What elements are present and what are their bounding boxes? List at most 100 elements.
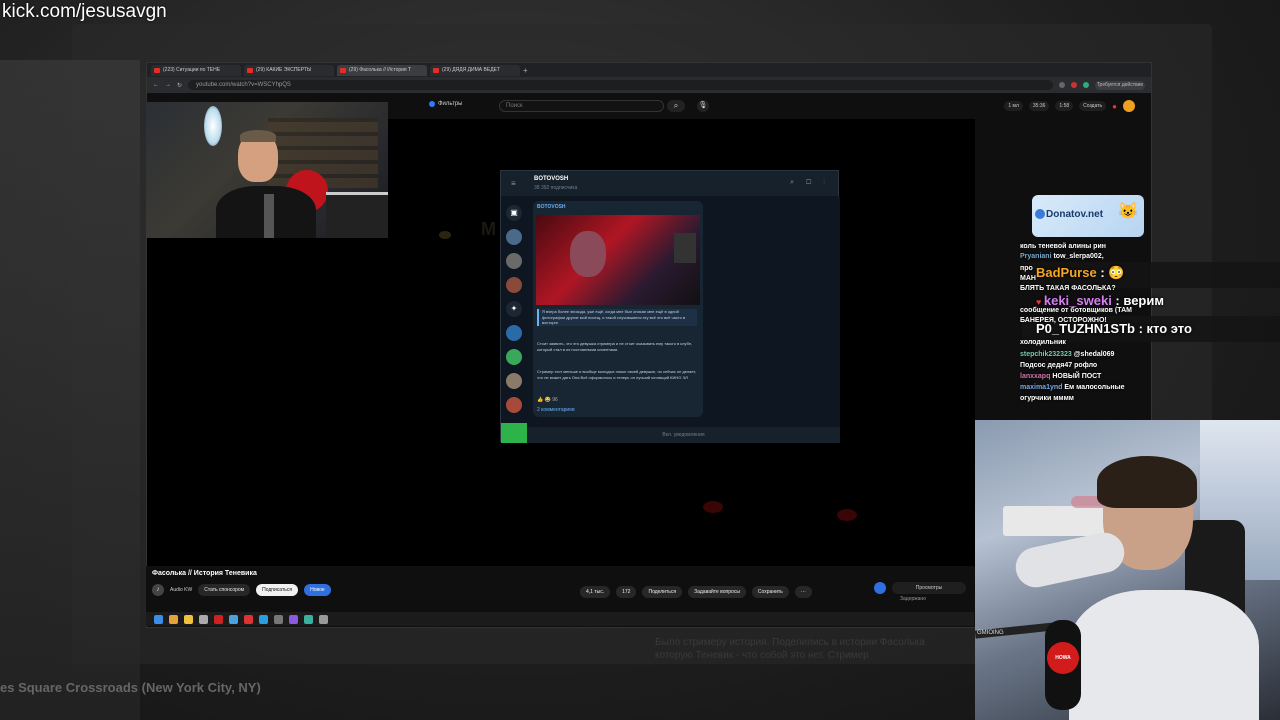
- blue-circle-icon[interactable]: [874, 582, 886, 594]
- chat-message: МАН: [1020, 275, 1036, 283]
- telegram-post: BOTOVOSH Я вчера более эпизода, уже ещё,…: [533, 201, 703, 417]
- chat-text: БЛЯТЬ ТАКАЯ ФАСОЛЬКА?: [1020, 285, 1116, 292]
- chat-text: НОВЫЙ ПОСТ: [1052, 373, 1102, 380]
- cam-person-hair: [240, 130, 276, 142]
- refresh-icon[interactable]: [199, 614, 208, 624]
- youtube-filter[interactable]: Фильтры: [429, 101, 462, 107]
- ask-button[interactable]: Задавайте вопросы: [688, 586, 746, 598]
- chat-avatar[interactable]: [506, 349, 522, 365]
- avatar[interactable]: [1123, 100, 1135, 112]
- archive-icon[interactable]: ▣: [506, 205, 522, 221]
- chat-text: коль теневой алины рин: [1020, 243, 1106, 250]
- app-icon[interactable]: [244, 614, 253, 624]
- settings-icon[interactable]: [274, 614, 283, 624]
- forward-icon[interactable]: →: [165, 82, 171, 88]
- channel-name[interactable]: Audio KW: [170, 587, 192, 593]
- folder-icon[interactable]: [184, 614, 193, 624]
- chrome-icon[interactable]: [169, 614, 178, 624]
- windows-icon[interactable]: [154, 614, 163, 624]
- cam-label: GMIOING: [977, 630, 1004, 636]
- browser-tab-active[interactable]: (29) Фасолька // История Т: [337, 64, 427, 76]
- telegram-header: ≡ BOTOVOSH 38 392 подписчика ⌕ ▢ ⋮: [501, 171, 838, 197]
- chat-text: холодильник: [1020, 339, 1066, 346]
- filter-icon: [429, 101, 435, 107]
- telegram-green-button[interactable]: [501, 423, 527, 443]
- extension-icon[interactable]: [1059, 82, 1065, 88]
- sponsor-button[interactable]: Стать спонсором: [198, 584, 251, 596]
- chat-user: BadPurse: [1036, 265, 1097, 280]
- header-stat: 35:36: [1028, 101, 1050, 111]
- chat-avatar[interactable]: [506, 229, 522, 245]
- background-description: Было стримеру история. Поделились в исто…: [655, 637, 925, 661]
- telegram-channel-name[interactable]: BOTOVOSH: [534, 176, 568, 182]
- donate-brand: Donatov.net: [1046, 209, 1104, 220]
- telegram-icon[interactable]: [259, 614, 268, 624]
- back-icon[interactable]: ←: [153, 82, 159, 88]
- bot-icon[interactable]: ✦: [506, 301, 522, 317]
- chat-avatar[interactable]: [506, 373, 522, 389]
- like-button[interactable]: 4,1 тыс.: [580, 586, 611, 598]
- app-icon[interactable]: [289, 614, 298, 624]
- cam-person-hair: [1097, 456, 1197, 508]
- tab-label: (29) ДЯДЯ ДИМА ВЕДЕТ: [442, 67, 500, 73]
- views-pill[interactable]: Просмотры: [892, 582, 966, 594]
- extension-icon[interactable]: [1071, 82, 1077, 88]
- post-image-face: [570, 231, 606, 277]
- extension-icon[interactable]: [1083, 82, 1089, 88]
- donate-banner: Donatov.net 😺: [1032, 195, 1144, 237]
- youtube-icon: [247, 67, 253, 73]
- post-comments[interactable]: 2 комментариев: [537, 407, 575, 413]
- cat-icon: 😺: [1118, 203, 1138, 220]
- notify-button[interactable]: Новое: [304, 584, 331, 596]
- save-button[interactable]: Сохранить: [751, 586, 789, 598]
- post-image[interactable]: [536, 215, 700, 305]
- app-icon[interactable]: [319, 614, 328, 624]
- browser-tab[interactable]: (29) КАКИЕ ЭКСПЕРТЫ: [244, 64, 334, 76]
- youtube-icon: [340, 67, 346, 73]
- video-actions: 4,1 тыс. 172 Поделиться Задавайте вопрос…: [580, 586, 812, 598]
- address-input[interactable]: youtube.com/watch?v=WSCYhpQS: [188, 80, 1053, 90]
- channel-avatar[interactable]: ♪: [152, 584, 164, 596]
- chat-user: P0_TUZHN1STb: [1036, 321, 1135, 336]
- search-icon[interactable]: ⌕: [667, 100, 685, 112]
- video-title: Фасолька // История Теневика: [152, 570, 257, 577]
- chat-text: @shedal069: [1073, 351, 1115, 358]
- mic-icon[interactable]: 🎙: [697, 100, 709, 112]
- subscribe-button[interactable]: Подписаться: [256, 584, 299, 596]
- menu-icon[interactable]: ≡: [511, 179, 516, 188]
- app-icon[interactable]: [304, 614, 313, 624]
- profile-button[interactable]: Требуется действие: [1095, 80, 1145, 90]
- browser-tab[interactable]: (223) Ситуации по ТЕНЕ: [151, 64, 241, 76]
- create-button[interactable]: Создать: [1079, 101, 1107, 111]
- post-reactions[interactable]: 👍 😂 96: [537, 397, 558, 403]
- bell-icon[interactable]: ●: [1112, 102, 1117, 111]
- app-icon[interactable]: [214, 614, 223, 624]
- background-video-caption: es Square Crossroads (New York City, NY): [0, 680, 261, 695]
- app-icon[interactable]: [229, 614, 238, 624]
- telegram-footer[interactable]: Вкл. уведомления: [527, 427, 840, 443]
- post-text: Стример этот меньше и вообще молодых пом…: [537, 369, 696, 380]
- chat-message: Подсос дедя47 рофло: [1020, 362, 1097, 370]
- chat-text: сообщение от ботовщиков (ТАМ: [1020, 307, 1132, 314]
- dislike-button[interactable]: 172: [616, 586, 637, 598]
- chat-avatar[interactable]: [506, 325, 522, 341]
- chat-avatar[interactable]: [506, 277, 522, 293]
- telegram-header-icons[interactable]: ⌕ ▢ ⋮: [790, 179, 830, 187]
- chat-message: про: [1020, 265, 1033, 273]
- telegram-window: ≡ BOTOVOSH 38 392 подписчика ⌕ ▢ ⋮ ▣ ✦ B…: [500, 170, 840, 443]
- share-button[interactable]: Поделиться: [642, 586, 683, 598]
- telegram-chat: BOTOVOSH Я вчера более эпизода, уже ещё,…: [527, 197, 840, 427]
- more-button[interactable]: ···: [794, 586, 812, 598]
- telegram-sidebar: ▣ ✦: [501, 197, 527, 443]
- chat-separator: :: [1134, 321, 1147, 336]
- stream-frame: kick.com/jesusavgn es Square Crossroads …: [0, 0, 1280, 720]
- browser-tab[interactable]: (29) ДЯДЯ ДИМА ВЕДЕТ: [430, 64, 520, 76]
- chat-user: stepchik232323: [1020, 351, 1072, 358]
- chat-avatar[interactable]: [506, 397, 522, 413]
- chat-avatar[interactable]: [506, 253, 522, 269]
- new-tab-icon[interactable]: +: [523, 66, 528, 75]
- heart-icon: ♥: [1036, 297, 1044, 307]
- reload-icon[interactable]: ↻: [177, 82, 182, 89]
- chat-message: сообщение от ботовщиков (ТАМ: [1020, 307, 1132, 315]
- search-input[interactable]: Поиск: [499, 100, 664, 112]
